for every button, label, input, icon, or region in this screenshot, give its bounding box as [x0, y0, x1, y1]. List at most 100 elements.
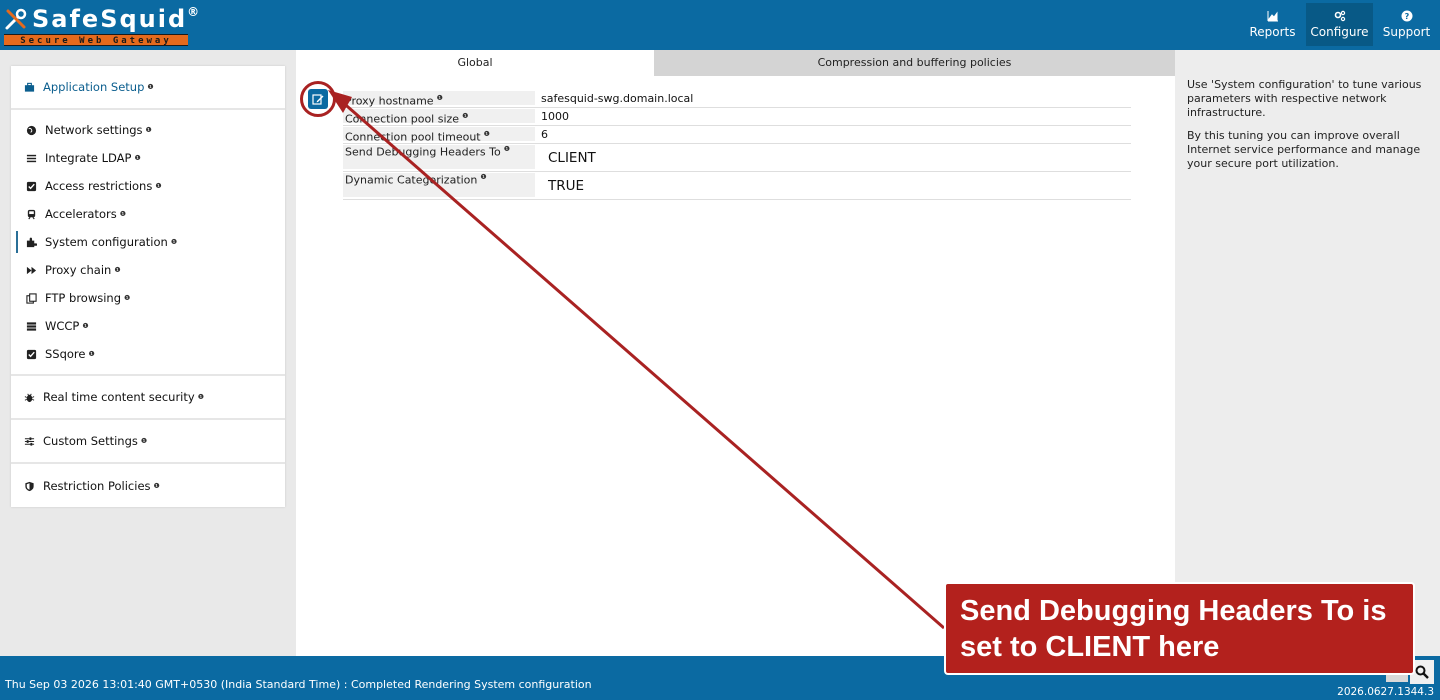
config-label: Connection pool size	[345, 112, 460, 126]
sidebar-item-ftp-browsing[interactable]: FTP browsing ❶	[11, 284, 285, 312]
help-paragraph: Use 'System configuration' to tune vario…	[1187, 78, 1422, 119]
version-label: 2026.0627.1344.3	[1337, 686, 1434, 698]
list-icon	[25, 152, 37, 164]
sidebar-item-integrate-ldap[interactable]: Integrate LDAP ❶	[11, 144, 285, 172]
edit-button[interactable]	[308, 89, 328, 109]
info-icon[interactable]: ❶	[82, 322, 88, 330]
tab-compression-buffering[interactable]: Compression and buffering policies	[654, 50, 1175, 76]
sidebar-item-accelerators[interactable]: Accelerators ❶	[11, 200, 285, 228]
bug-icon	[23, 391, 35, 403]
config-table: Proxy hostname ❶ safesquid-swg.domain.loc…	[343, 90, 1131, 200]
info-icon[interactable]: ❶	[484, 130, 490, 138]
safesquid-logo[interactable]: SafeSquid® Secure Web Gateway	[4, 4, 199, 46]
sidebar: Application Setup ❶ Network settings ❶ Int…	[11, 66, 285, 507]
cogs-icon	[1334, 10, 1345, 22]
shield-icon	[23, 480, 35, 492]
status-text: Thu Sep 03 2026 13:01:40 GMT+0530 (India…	[5, 678, 592, 691]
sidebar-application-setup[interactable]: Application Setup ❶	[11, 66, 285, 110]
info-icon[interactable]: ❶	[141, 437, 147, 445]
info-icon[interactable]: ❶	[120, 210, 126, 218]
sidebar-item-wccp[interactable]: WCCP ❶	[11, 312, 285, 340]
sidebar-item-system-configuration[interactable]: System configuration ❶	[11, 228, 285, 256]
info-icon[interactable]: ❶	[462, 112, 468, 120]
info-icon[interactable]: ❶	[124, 294, 130, 302]
sidebar-custom-label: Custom Settings	[43, 434, 138, 448]
copy-icon	[25, 292, 37, 304]
sidebar-item-ssqore[interactable]: SSqore ❶	[11, 340, 285, 368]
top-nav: Reports Configure ? Support	[1239, 3, 1440, 46]
config-value: 1000	[541, 110, 569, 123]
sidebar-application-setup-label: Application Setup	[43, 80, 145, 94]
config-value: TRUE	[548, 178, 585, 194]
tools-icon	[5, 8, 27, 30]
sidebar-item-network-settings[interactable]: Network settings ❶	[11, 116, 285, 144]
info-icon[interactable]: ❶	[146, 126, 152, 134]
sidebar-item-label: SSqore	[45, 347, 86, 361]
top-bar: SafeSquid® Secure Web Gateway Reports Co…	[0, 0, 1440, 50]
sidebar-item-label: Network settings	[45, 123, 143, 137]
nav-configure[interactable]: Configure	[1306, 3, 1373, 46]
info-icon[interactable]: ❶	[155, 182, 161, 190]
train-icon	[25, 208, 37, 220]
sidebar-realtime-content-security[interactable]: Real time content security ❶	[11, 376, 285, 420]
config-label: Dynamic Categorization	[345, 173, 478, 187]
info-icon[interactable]: ❶	[504, 145, 510, 153]
config-label: Send Debugging Headers To	[345, 145, 501, 159]
info-icon[interactable]: ❶	[171, 238, 177, 246]
config-row-connection-pool-timeout[interactable]: Connection pool timeout ❶ 6	[343, 126, 1131, 144]
puzzle-icon	[25, 236, 37, 248]
config-row-connection-pool-size[interactable]: Connection pool size ❶ 1000	[343, 108, 1131, 126]
logo-subtitle: Secure Web Gateway	[4, 34, 188, 46]
sidebar-item-label: FTP browsing	[45, 291, 122, 305]
config-value: 6	[541, 128, 548, 141]
main-panel: Global Compression and buffering policie…	[296, 50, 1175, 656]
config-value: CLIENT	[548, 150, 596, 166]
checkbox-icon	[25, 348, 37, 360]
sidebar-restriction-policies[interactable]: Restriction Policies ❶	[11, 464, 285, 508]
config-label: Proxy hostname	[345, 94, 434, 108]
svg-text:?: ?	[1404, 12, 1409, 21]
config-row-send-debugging-headers[interactable]: Send Debugging Headers To ❶ CLIENT	[343, 144, 1131, 172]
logo-name: SafeSquid	[32, 5, 188, 33]
sidebar-item-proxy-chain[interactable]: Proxy chain ❶	[11, 256, 285, 284]
question-icon: ?	[1401, 10, 1412, 22]
config-label: Connection pool timeout	[345, 130, 481, 144]
help-paragraph: By this tuning you can improve overall I…	[1187, 129, 1421, 170]
nav-configure-label: Configure	[1310, 25, 1369, 39]
sidebar-item-label: Accelerators	[45, 207, 117, 221]
info-icon[interactable]: ❶	[89, 350, 95, 358]
nav-reports-label: Reports	[1249, 25, 1296, 39]
info-icon[interactable]: ❶	[198, 393, 204, 401]
config-value: safesquid-swg.domain.local	[541, 92, 694, 105]
sidebar-item-label: WCCP	[45, 319, 80, 333]
globe-icon	[25, 124, 37, 136]
nav-support-label: Support	[1382, 25, 1431, 39]
info-icon[interactable]: ❶	[154, 482, 160, 490]
tab-global[interactable]: Global	[296, 50, 654, 76]
nav-reports[interactable]: Reports	[1239, 3, 1306, 46]
chart-icon	[1267, 11, 1278, 22]
sliders-icon	[23, 435, 35, 447]
edit-icon	[312, 94, 324, 105]
server-icon	[25, 320, 37, 332]
info-icon[interactable]: ❶	[147, 83, 153, 91]
info-icon[interactable]: ❶	[437, 94, 443, 102]
sidebar-restriction-label: Restriction Policies	[43, 479, 151, 493]
nav-support[interactable]: ? Support	[1373, 3, 1440, 46]
logo-title: SafeSquid®	[4, 4, 201, 34]
annotation-callout: Send Debugging Headers To is set to CLIE…	[944, 582, 1415, 675]
sidebar-custom-settings[interactable]: Custom Settings ❶	[11, 420, 285, 464]
info-icon[interactable]: ❶	[114, 266, 120, 274]
sidebar-item-label: Proxy chain	[45, 263, 112, 277]
checkbox-icon	[25, 180, 37, 192]
help-panel: Use 'System configuration' to tune vario…	[1175, 50, 1440, 656]
sidebar-realtime-label: Real time content security	[43, 390, 195, 404]
fast-forward-icon	[25, 264, 37, 276]
config-row-dynamic-categorization[interactable]: Dynamic Categorization ❶ TRUE	[343, 172, 1131, 200]
registered-mark: ®	[187, 5, 202, 19]
info-icon[interactable]: ❶	[134, 154, 140, 162]
config-row-proxy-hostname[interactable]: Proxy hostname ❶ safesquid-swg.domain.loc…	[343, 90, 1131, 108]
info-icon[interactable]: ❶	[480, 173, 486, 181]
briefcase-icon	[23, 81, 35, 93]
sidebar-item-access-restrictions[interactable]: Access restrictions ❶	[11, 172, 285, 200]
